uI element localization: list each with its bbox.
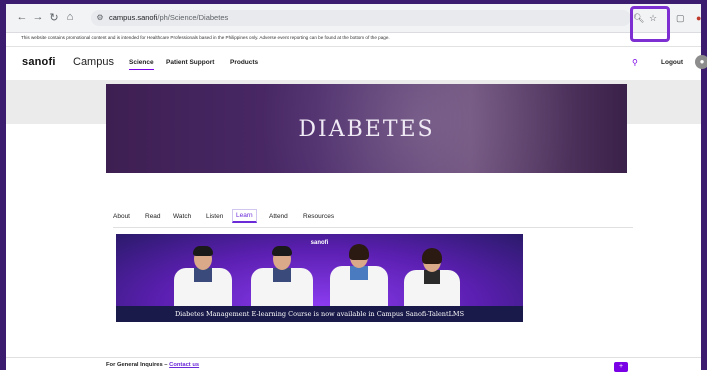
tab-resources[interactable]: Resources xyxy=(303,213,334,220)
browser-toolbar: ← → ↻ ⌂ ⚙ campus.sanofi/ph/Science/Diabe… xyxy=(6,4,701,33)
scroll-top-button[interactable]: + xyxy=(614,362,628,372)
site-info-icon[interactable]: ⚙ xyxy=(94,13,106,22)
profile-icon[interactable]: ● xyxy=(696,13,701,23)
promo-brand-logo: sanofi xyxy=(310,240,329,246)
annotation-highlight-box xyxy=(630,6,670,42)
nav-products[interactable]: Products xyxy=(230,59,258,66)
footer-inquiries: For General Inquires – Contact us xyxy=(106,362,199,368)
campus-label: Campus xyxy=(73,56,114,68)
tab-learn[interactable]: Learn xyxy=(232,209,257,223)
back-icon[interactable]: ← xyxy=(16,11,28,23)
search-icon[interactable]: ⚲ xyxy=(632,58,638,67)
nav-patient-support[interactable]: Patient Support xyxy=(166,59,214,66)
extensions-icon[interactable]: ▢ xyxy=(676,13,685,24)
doctor-image xyxy=(174,246,232,306)
hero-banner: DIABETES xyxy=(106,84,627,173)
tab-attend[interactable]: Attend xyxy=(269,213,288,220)
reload-icon[interactable]: ↻ xyxy=(48,11,60,24)
promo-caption: Diabetes Management E-learning Course is… xyxy=(116,306,523,322)
tab-about[interactable]: About xyxy=(113,213,130,220)
divider xyxy=(6,357,701,358)
doctor-image xyxy=(330,244,388,306)
forward-icon[interactable]: → xyxy=(32,11,44,23)
promo-notice: This website contains promotional conten… xyxy=(21,35,390,40)
tab-watch[interactable]: Watch xyxy=(173,213,191,220)
avatar[interactable]: ● xyxy=(695,55,707,69)
divider xyxy=(6,46,701,47)
page-title: DIABETES xyxy=(298,117,435,142)
tab-listen[interactable]: Listen xyxy=(206,213,223,220)
content-tabs: About Read Watch Listen Learn Attend Res… xyxy=(113,209,633,228)
sanofi-logo[interactable]: sanofi xyxy=(22,56,56,68)
logout-button[interactable]: Logout xyxy=(661,59,683,66)
doctor-image xyxy=(251,246,313,306)
tab-read[interactable]: Read xyxy=(145,213,161,220)
doctor-image xyxy=(404,248,460,306)
url-text[interactable]: campus.sanofi/ph/Science/Diabetes xyxy=(109,13,228,22)
site-header: sanofi Campus Science Patient Support Pr… xyxy=(6,50,707,78)
contact-us-link[interactable]: Contact us xyxy=(169,362,199,368)
home-icon[interactable]: ⌂ xyxy=(64,11,76,23)
nav-science[interactable]: Science xyxy=(129,59,154,70)
promo-banner[interactable]: sanofi Diabetes Management E-learning Co… xyxy=(116,234,523,322)
footer-label: For General Inquires – xyxy=(106,362,170,368)
